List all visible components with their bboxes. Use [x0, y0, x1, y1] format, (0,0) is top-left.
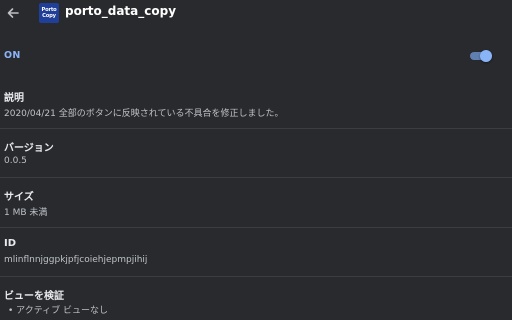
size-value: 1 MB 未満: [4, 208, 48, 218]
toggle-status-label: ON: [4, 50, 21, 61]
description-value: 2020/04/21 全部のボタンに反映されている不具合を修正しました。: [4, 109, 284, 119]
version-label: バージョン: [4, 143, 54, 154]
header-bar: Porto Copy porto_data_copy: [0, 0, 512, 28]
extension-logo: Porto Copy: [39, 3, 59, 23]
divider: [0, 227, 512, 228]
enable-toggle[interactable]: [468, 50, 492, 62]
divider: [0, 276, 512, 277]
divider: [0, 128, 512, 129]
inspect-view-item: • アクティブ ビューなし: [8, 306, 109, 316]
inspect-views-label: ビューを検証: [4, 291, 64, 302]
toggle-knob: [480, 50, 492, 62]
id-label: ID: [4, 238, 17, 249]
back-arrow-icon[interactable]: [5, 5, 21, 21]
version-value: 0.0.5: [4, 156, 27, 166]
id-value: mlinflnnjggpkjpfjcoiehjepmpjihij: [4, 255, 148, 265]
size-label: サイズ: [4, 192, 34, 203]
extension-title: porto_data_copy: [65, 4, 177, 18]
description-label: 説明: [4, 93, 24, 104]
enable-toggle-row: ON: [0, 40, 512, 70]
divider: [0, 177, 512, 178]
logo-line-2: Copy: [42, 13, 56, 19]
